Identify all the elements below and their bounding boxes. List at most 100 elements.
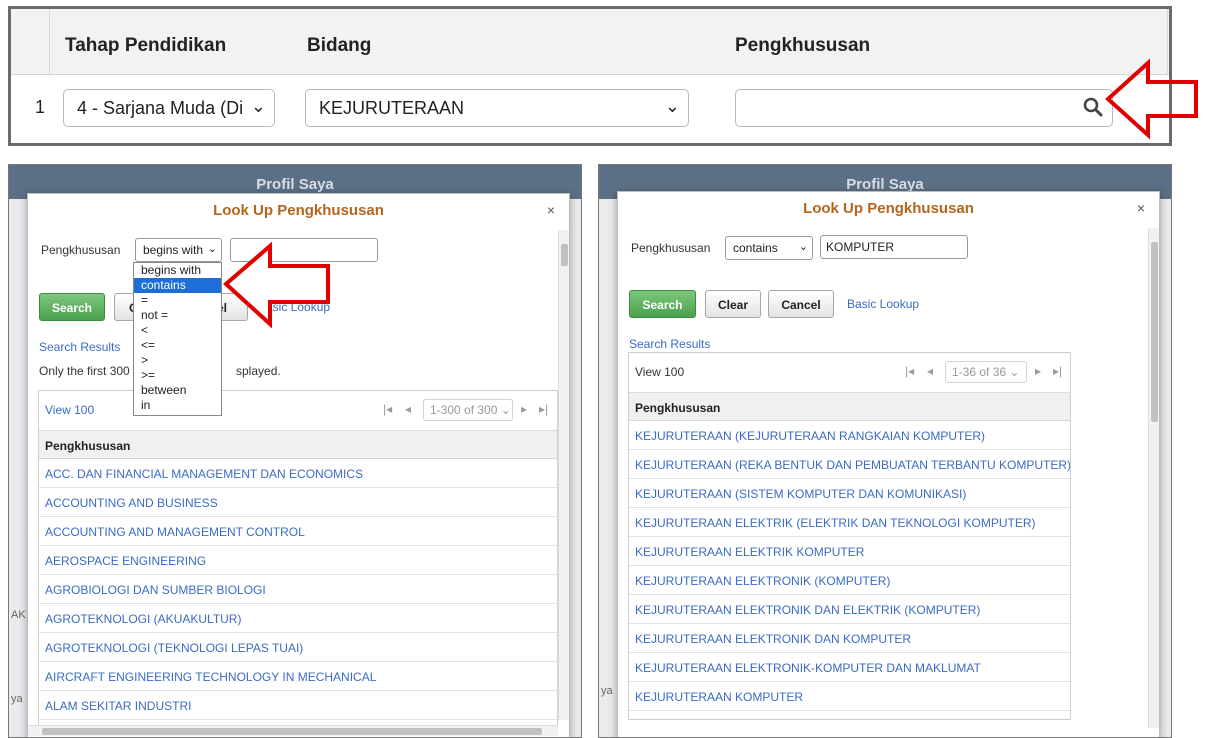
bidang-select[interactable]: KEJURUTERAAN ⌄ <box>305 89 689 127</box>
vertical-scrollbar[interactable] <box>558 230 569 720</box>
row-number: 1 <box>35 97 46 117</box>
bidang-value: KEJURUTERAAN <box>319 98 465 118</box>
operator-value: begins with <box>143 243 204 257</box>
chevron-down-icon: ⌄ <box>250 96 266 116</box>
view-100-link[interactable]: View 100 <box>635 365 684 379</box>
operator-select[interactable]: contains ⌄ <box>725 236 813 260</box>
background-text: ya <box>11 693 23 705</box>
results-list: KEJURUTERAAN (KEJURUTERAAN RANGKAIAN KOM… <box>629 421 1070 711</box>
lookup-dialog: Look Up Pengkhususan × Pengkhususan cont… <box>617 191 1160 737</box>
search-button[interactable]: Search <box>629 290 696 318</box>
result-row[interactable]: KEJURUTERAAN ELEKTRONIK (KOMPUTER) <box>629 566 1070 595</box>
chevron-down-icon: ⌄ <box>664 96 680 116</box>
result-row[interactable]: ACCOUNTING AND MANAGEMENT CONTROL <box>39 517 557 546</box>
right-lookup-window: Profil Saya ya Look Up Pengkhususan × Pe… <box>598 164 1172 738</box>
result-row[interactable]: AGROTEKNOLOGI (AKUAKULTUR) <box>39 604 557 633</box>
next-page-icon[interactable]: ▸ <box>1035 364 1041 378</box>
operator-option[interactable]: >= <box>134 368 221 383</box>
operator-option[interactable]: = <box>134 293 221 308</box>
red-arrow-icon <box>222 241 330 328</box>
result-row[interactable]: KEJURUTERAAN KOMPUTER <box>629 682 1070 711</box>
background-text: ya <box>601 685 613 697</box>
first-page-icon[interactable]: |◂ <box>905 364 914 378</box>
red-arrow-icon <box>1105 58 1198 140</box>
page-range: 1-300 of 300 <box>430 403 498 417</box>
search-results-label: Search Results <box>39 340 121 354</box>
tahap-pendidikan-select[interactable]: 4 - Sarjana Muda (Di ⌄ <box>63 89 275 127</box>
results-grid: View 100 |◂ ◂ 1-300 of 300 ⌄ ▸ ▸| Pengkh… <box>38 390 558 730</box>
close-icon[interactable]: × <box>1137 200 1145 216</box>
page-range: 1-36 of 36 <box>952 365 1007 379</box>
next-page-icon[interactable]: ▸ <box>521 402 527 416</box>
result-row[interactable]: KEJURUTERAAN (KEJURUTERAAN RANGKAIAN KOM… <box>629 421 1070 450</box>
results-note: Only the first 300 r <box>39 364 138 378</box>
operator-option[interactable]: between <box>134 383 221 398</box>
education-grid: Tahap Pendidikan Bidang Pengkhususan 1 4… <box>8 6 1172 146</box>
pengkhususan-input[interactable] <box>735 89 1113 127</box>
operator-option[interactable]: in <box>134 398 221 413</box>
close-icon[interactable]: × <box>547 202 555 218</box>
results-list: ACC. DAN FINANCIAL MANAGEMENT DAN ECONOM… <box>39 459 557 720</box>
results-column-header: Pengkhususan <box>39 431 557 459</box>
results-toolbar: View 100 |◂ ◂ 1-300 of 300 ⌄ ▸ ▸| <box>39 391 557 431</box>
result-row[interactable]: AEROSPACE ENGINEERING <box>39 546 557 575</box>
result-row[interactable]: AIRCRAFT ENGINEERING TECHNOLOGY IN MECHA… <box>39 662 557 691</box>
chevron-down-icon: ⌄ <box>500 403 511 417</box>
operator-option[interactable]: < <box>134 323 221 338</box>
previous-page-icon[interactable]: ◂ <box>405 402 411 416</box>
pengkhususan-search-input[interactable]: KOMPUTER <box>820 235 968 259</box>
page-range-select[interactable]: 1-36 of 36 ⌄ <box>945 361 1027 383</box>
search-icon[interactable] <box>1082 96 1104 123</box>
result-row[interactable]: AGROTEKNOLOGI (TEKNOLOGI LEPAS TUAI) <box>39 633 557 662</box>
clear-button[interactable]: Clear <box>705 290 761 318</box>
basic-lookup-link[interactable]: Basic Lookup <box>847 297 919 311</box>
dialog-title: Look Up Pengkhususan <box>803 200 974 217</box>
first-page-icon[interactable]: |◂ <box>383 402 392 416</box>
horizontal-scrollbar[interactable] <box>28 725 558 736</box>
result-row[interactable]: KEJURUTERAAN ELEKTRONIK-KOMPUTER DAN MAK… <box>629 653 1070 682</box>
header-tahap-pendidikan: Tahap Pendidikan <box>65 35 227 56</box>
operator-option[interactable]: <= <box>134 338 221 353</box>
results-grid: View 100 |◂ ◂ 1-36 of 36 ⌄ ▸ ▸| Pengkhus… <box>628 352 1071 720</box>
header-bidang: Bidang <box>307 35 372 56</box>
tahap-pendidikan-value: 4 - Sarjana Muda (Di <box>77 98 244 118</box>
search-value: KOMPUTER <box>826 240 895 254</box>
last-page-icon[interactable]: ▸| <box>539 402 548 416</box>
background-text: AK <box>11 609 26 621</box>
result-row[interactable]: KEJURUTERAAN ELEKTRONIK DAN KOMPUTER <box>629 624 1070 653</box>
grid-header: Tahap Pendidikan Bidang Pengkhususan <box>11 9 1169 75</box>
result-row[interactable]: KEJURUTERAAN ELEKTRIK KOMPUTER <box>629 537 1070 566</box>
operator-option[interactable]: not = <box>134 308 221 323</box>
vertical-scrollbar[interactable] <box>1148 228 1159 728</box>
search-results-label: Search Results <box>629 337 711 351</box>
result-row[interactable]: KEJURUTERAAN (SISTEM KOMPUTER DAN KOMUNI… <box>629 479 1070 508</box>
scroll-thumb[interactable] <box>42 728 542 735</box>
result-row[interactable]: KEJURUTERAAN ELEKTRONIK DAN ELEKTRIK (KO… <box>629 595 1070 624</box>
result-row[interactable]: ACC. DAN FINANCIAL MANAGEMENT DAN ECONOM… <box>39 459 557 488</box>
page-range-select[interactable]: 1-300 of 300 ⌄ <box>423 399 513 421</box>
operator-option[interactable]: begins with <box>134 263 221 278</box>
result-row[interactable]: ALAM SEKITAR INDUSTRI <box>39 691 557 720</box>
scroll-thumb[interactable] <box>1151 242 1158 422</box>
grid-separator <box>49 9 50 75</box>
result-row[interactable]: KEJURUTERAAN ELEKTRIK (ELEKTRIK DAN TEKN… <box>629 508 1070 537</box>
operator-option[interactable]: > <box>134 353 221 368</box>
operator-option-highlighted[interactable]: contains <box>134 278 221 293</box>
results-note-end: splayed. <box>236 364 281 378</box>
results-column-header: Pengkhususan <box>629 393 1070 421</box>
view-100-link[interactable]: View 100 <box>45 403 94 417</box>
pengkhususan-label: Pengkhususan <box>631 241 711 255</box>
last-page-icon[interactable]: ▸| <box>1053 364 1062 378</box>
operator-select[interactable]: begins with ⌄ <box>135 238 222 262</box>
cancel-button[interactable]: Cancel <box>768 290 834 318</box>
dialog-title: Look Up Pengkhususan <box>213 202 384 219</box>
chevron-down-icon: ⌄ <box>1009 365 1020 379</box>
search-button[interactable]: Search <box>39 293 105 321</box>
result-row[interactable]: KEJURUTERAAN (REKA BENTUK DAN PEMBUATAN … <box>629 450 1070 479</box>
previous-page-icon[interactable]: ◂ <box>927 364 933 378</box>
header-pengkhususan: Pengkhususan <box>735 35 871 56</box>
operator-dropdown-list[interactable]: begins with contains = not = < <= > >= b… <box>133 262 222 416</box>
result-row[interactable]: AGROBIOLOGI DAN SUMBER BIOLOGI <box>39 575 557 604</box>
scroll-thumb[interactable] <box>561 244 568 266</box>
result-row[interactable]: ACCOUNTING AND BUSINESS <box>39 488 557 517</box>
